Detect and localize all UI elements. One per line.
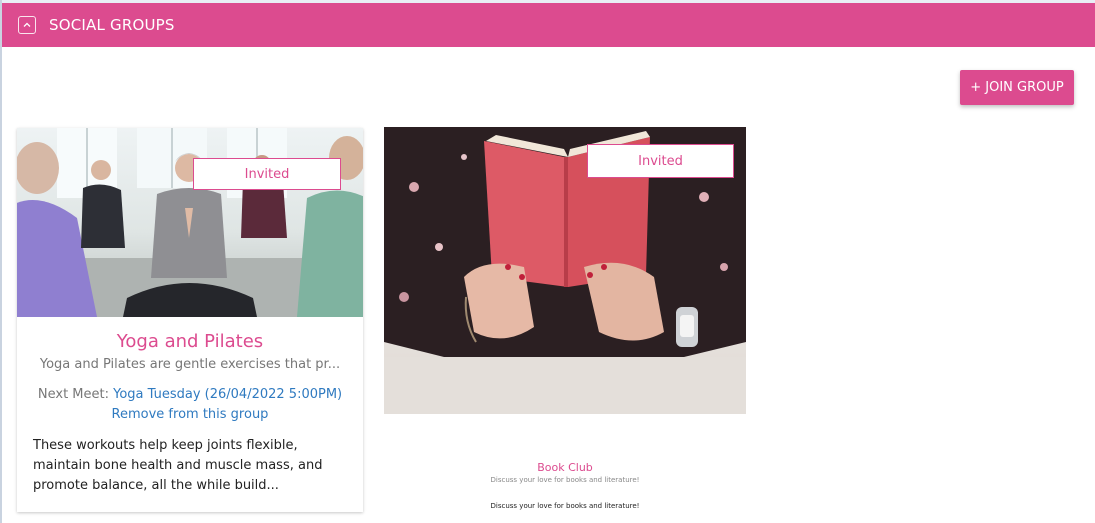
next-meet-link[interactable]: Yoga Tuesday (26/04/2022 5:00PM) (113, 387, 342, 402)
group-photo-yoga[interactable] (17, 128, 363, 317)
group-name[interactable]: Yoga and Pilates (17, 331, 363, 352)
group-card-book-club: Invited Book Club Discuss your love for … (384, 127, 746, 523)
invited-badge: Invited (587, 144, 734, 178)
section-title: SOCIAL GROUPS (49, 16, 175, 34)
group-body-text: Discuss your love for books and literatu… (490, 502, 640, 510)
group-name[interactable]: Book Club (384, 461, 746, 474)
invited-badge: Invited (193, 158, 341, 190)
group-body-text: These workouts help keep joints flexible… (33, 438, 323, 493)
window-left-edge (0, 0, 2, 523)
group-short-description: Discuss your love for books and literatu… (490, 476, 640, 484)
join-group-button[interactable]: + JOIN GROUP (960, 70, 1074, 105)
remove-from-group-link[interactable]: Remove from this group (17, 407, 363, 422)
collapse-toggle-button[interactable] (18, 16, 36, 34)
section-header: SOCIAL GROUPS (2, 3, 1095, 47)
group-short-description: Yoga and Pilates are gentle exercises th… (39, 357, 341, 372)
yoga-class-photo (17, 128, 363, 317)
next-meet-row: Next Meet: Yoga Tuesday (26/04/2022 5:00… (17, 387, 363, 402)
chevron-up-icon (23, 22, 31, 27)
next-meet-label: Next Meet: (37, 387, 109, 402)
group-card-yoga: Invited Yoga and Pilates Yoga and Pilate… (17, 128, 363, 512)
